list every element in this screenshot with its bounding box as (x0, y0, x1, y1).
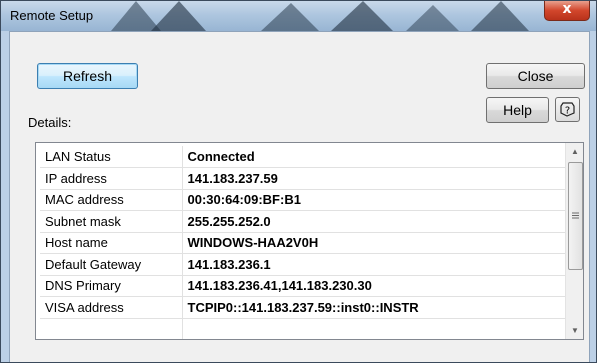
row-key: Host name (40, 232, 183, 254)
row-value: 255.255.252.0 (182, 210, 570, 233)
table-row[interactable]: MAC address 00:30:64:09:BF:B1 (40, 189, 570, 211)
refresh-button[interactable]: Refresh (37, 63, 138, 89)
help-button[interactable]: Help (486, 97, 549, 123)
table-row[interactable]: LAN Status Connected (40, 146, 570, 168)
context-help-button[interactable]: ? (555, 97, 580, 122)
svg-text:?: ? (565, 106, 570, 117)
row-key: MAC address (40, 189, 183, 211)
question-mark-icon: ? (560, 102, 575, 117)
row-key-partial (40, 318, 183, 339)
table-row[interactable]: Host name WINDOWS-HAA2V0H (40, 232, 570, 254)
row-key: DNS Primary (40, 275, 183, 297)
row-key: Subnet mask (40, 210, 183, 233)
table-row[interactable]: IP address 141.183.237.59 (40, 167, 570, 190)
row-value: 141.183.236.1 (182, 253, 570, 276)
row-value: TCPIP0::141.183.237.59::inst0::INSTR (182, 296, 570, 319)
row-value: 141.183.237.59 (182, 167, 570, 190)
details-list[interactable]: LAN Status Connected IP address 141.183.… (35, 142, 584, 340)
window-title: Remote Setup (10, 8, 94, 23)
row-key: Default Gateway (40, 253, 183, 276)
vertical-scrollbar[interactable]: ▲ ▼ (565, 143, 583, 339)
row-value: WINDOWS-HAA2V0H (182, 232, 570, 254)
remote-setup-window: Remote Setup x Refresh Close Help ? Deta… (0, 0, 597, 363)
table-row[interactable] (40, 318, 570, 339)
details-label: Details: (28, 115, 72, 130)
scroll-thumb[interactable] (568, 162, 583, 270)
grip-icon (572, 212, 579, 219)
row-key: VISA address (40, 296, 183, 319)
row-key: IP address (40, 167, 183, 190)
scroll-up-icon[interactable]: ▲ (566, 143, 583, 160)
table-row[interactable]: VISA address TCPIP0::141.183.237.59::ins… (40, 296, 570, 319)
table-row[interactable]: DNS Primary 141.183.236.41,141.183.230.3… (40, 275, 570, 297)
title-bar[interactable]: Remote Setup x (1, 1, 596, 31)
scroll-down-icon[interactable]: ▼ (566, 322, 583, 339)
table-row[interactable]: Default Gateway 141.183.236.1 (40, 253, 570, 276)
row-value-partial (182, 318, 570, 339)
table-row[interactable]: Subnet mask 255.255.252.0 (40, 210, 570, 233)
close-button[interactable]: Close (486, 63, 585, 89)
row-key: LAN Status (40, 146, 183, 168)
details-table: LAN Status Connected IP address 141.183.… (40, 146, 570, 339)
row-value: Connected (182, 146, 570, 168)
close-icon: x (562, 1, 572, 17)
row-value: 00:30:64:09:BF:B1 (182, 189, 570, 211)
row-value: 141.183.236.41,141.183.230.30 (182, 275, 570, 297)
window-close-button[interactable]: x (544, 1, 590, 21)
